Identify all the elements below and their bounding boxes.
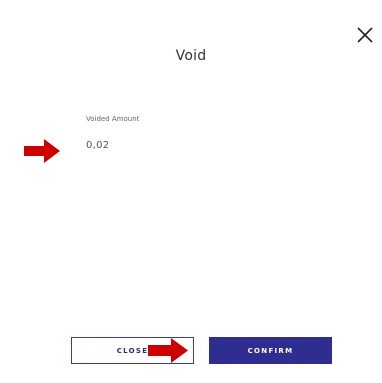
close-icon[interactable]: [355, 25, 375, 45]
void-dialog: Void Voided Amount 0,02 CLOSE CONFIRM: [0, 0, 382, 383]
voided-amount-value: 0,02: [86, 140, 110, 151]
confirm-button[interactable]: CONFIRM: [209, 337, 332, 364]
confirm-button-label: CONFIRM: [247, 346, 294, 355]
arrow-right-icon: [148, 337, 188, 364]
close-button-label: CLOSE: [116, 346, 149, 355]
voided-amount-label: Voided Amount: [86, 115, 140, 123]
dialog-title: Void: [175, 48, 207, 64]
arrow-right-icon: [24, 138, 60, 164]
